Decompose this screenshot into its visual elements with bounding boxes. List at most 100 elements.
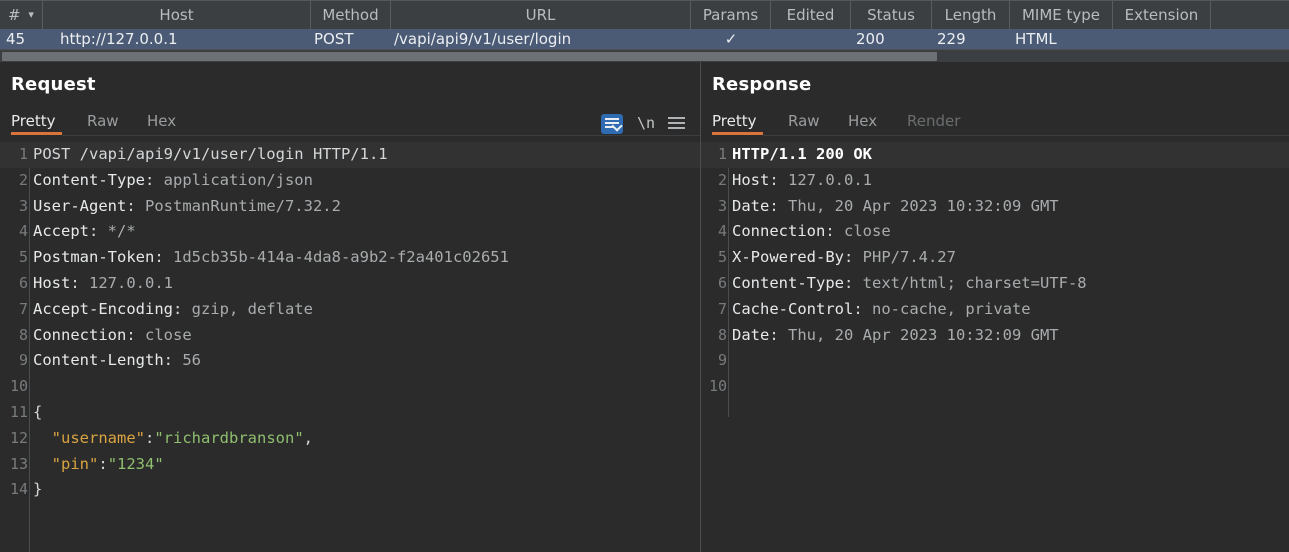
response-line-text: Content-Type: text/html; charset=UTF-8 <box>732 271 1087 297</box>
column-header-number[interactable]: # ▾ <box>0 1 43 29</box>
response-line-number: 6 <box>717 273 727 292</box>
column-header-method[interactable]: Method <box>311 1 391 29</box>
cell-method: POST <box>314 30 354 48</box>
table-row[interactable]: 45 http://127.0.0.1 POST /vapi/api9/v1/u… <box>0 29 1289 49</box>
request-tabbar: Pretty Raw Hex <box>0 110 700 136</box>
request-line[interactable]: 11 { <box>0 400 700 426</box>
http-history-table[interactable]: # ▾ Host Method URL Params Edited Status… <box>0 0 1289 62</box>
request-line[interactable]: 3 User-Agent: PostmanRuntime/7.32.2 <box>0 194 700 220</box>
request-token: application/json <box>163 170 313 189</box>
response-line[interactable]: 9 <box>701 348 1289 374</box>
response-tabbar: Pretty Raw Hex Render <box>701 110 1289 136</box>
column-header-edited[interactable]: Edited <box>771 1 851 29</box>
request-tab-raw[interactable]: Raw <box>87 110 127 135</box>
request-line[interactable]: 10 <box>0 374 700 400</box>
response-line[interactable]: 6 Content-Type: text/html; charset=UTF-8 <box>701 271 1289 297</box>
response-token: : <box>769 325 788 344</box>
cell-mime-type: HTML <box>1015 30 1057 48</box>
request-tab-pretty[interactable]: Pretty <box>11 110 62 135</box>
request-line-text: Accept: */* <box>33 219 136 245</box>
column-header-status[interactable]: Status <box>851 1 932 29</box>
request-code-editor[interactable]: 1 POST /vapi/api9/v1/user/login HTTP/1.1 2… <box>0 142 700 552</box>
request-token: close <box>145 325 192 344</box>
response-line[interactable]: 2 Host: 127.0.0.1 <box>701 168 1289 194</box>
response-token: no-cache, private <box>872 299 1031 318</box>
request-token: : <box>154 248 173 267</box>
request-token: : <box>126 196 145 215</box>
request-line[interactable]: 1 POST /vapi/api9/v1/user/login HTTP/1.1 <box>0 142 700 168</box>
request-line[interactable]: 9 Content-Length: 56 <box>0 348 700 374</box>
response-token: : <box>769 170 788 189</box>
word-wrap-icon[interactable] <box>601 114 623 134</box>
request-token: PostmanRuntime/7.32.2 <box>145 196 341 215</box>
response-tab-hex[interactable]: Hex <box>848 110 888 135</box>
request-token: 1d5cb35b-414a-4da8-a9b2-f2a401c02651 <box>173 248 509 267</box>
request-tab-hex[interactable]: Hex <box>147 110 187 135</box>
horizontal-scrollbar[interactable] <box>0 49 1289 62</box>
response-token: Date <box>732 325 770 344</box>
request-token: : <box>89 222 108 241</box>
request-token: : <box>145 428 155 447</box>
request-line[interactable]: 4 Accept: */* <box>0 219 700 245</box>
request-line[interactable]: 5 Postman-Token: 1d5cb35b-414a-4da8-a9b2-… <box>0 245 700 271</box>
response-token: Host <box>732 170 770 189</box>
table-header-row[interactable]: # ▾ Host Method URL Params Edited Status… <box>0 0 1289 29</box>
request-line[interactable]: 8 Connection: close <box>0 323 700 349</box>
response-line[interactable]: 1 HTTP/1.1 200 OK <box>701 142 1289 168</box>
request-line-number: 12 <box>9 428 28 447</box>
request-token: "richardbranson" <box>154 428 304 447</box>
request-token: 127.0.0.1 <box>89 273 173 292</box>
response-token: close <box>844 222 891 241</box>
request-line-number: 7 <box>18 299 28 318</box>
column-header-blank[interactable] <box>1211 1 1289 29</box>
request-line[interactable]: 12 "username":"richardbranson", <box>0 426 700 452</box>
request-line-number: 4 <box>18 222 28 241</box>
response-line-text: Cache-Control: no-cache, private <box>732 297 1031 323</box>
request-token: POST /vapi/api9/v1/user/login HTTP/1.1 <box>33 145 388 163</box>
request-token: "username" <box>51 428 145 447</box>
response-tab-render[interactable]: Render <box>907 110 971 135</box>
response-line[interactable]: 5 X-Powered-By: PHP/7.4.27 <box>701 245 1289 271</box>
response-tab-raw[interactable]: Raw <box>788 110 828 135</box>
horizontal-scrollbar-thumb[interactable] <box>2 52 937 61</box>
response-token: X-Powered-By <box>732 248 844 267</box>
column-header-mime-type[interactable]: MIME type <box>1010 1 1113 29</box>
request-line-number: 10 <box>9 377 28 396</box>
request-line-text: Accept-Encoding: gzip, deflate <box>33 297 313 323</box>
response-code-editor[interactable]: 1 HTTP/1.1 200 OK 2 Host: 127.0.0.1 3 Date: T… <box>701 142 1289 552</box>
request-line-number: 3 <box>18 196 28 215</box>
response-line[interactable]: 7 Cache-Control: no-cache, private <box>701 297 1289 323</box>
column-header-url[interactable]: URL <box>391 1 691 29</box>
response-token: PHP/7.4.27 <box>862 248 956 267</box>
response-line[interactable]: 8 Date: Thu, 20 Apr 2023 10:32:09 GMT <box>701 323 1289 349</box>
request-panel-title: Request <box>11 74 96 95</box>
hamburger-menu-icon[interactable] <box>668 117 685 130</box>
response-token: Thu, 20 Apr 2023 10:32:09 GMT <box>788 325 1059 344</box>
request-line[interactable]: 7 Accept-Encoding: gzip, deflate <box>0 297 700 323</box>
response-panel-title: Response <box>712 74 812 95</box>
request-line[interactable]: 14} <box>0 477 700 503</box>
column-header-length[interactable]: Length <box>932 1 1010 29</box>
response-line-number: 5 <box>717 248 727 267</box>
request-line[interactable]: 6 Host: 127.0.0.1 <box>0 271 700 297</box>
request-token: : <box>126 325 145 344</box>
response-token: Date <box>732 196 770 215</box>
request-token: */* <box>107 222 136 241</box>
response-tab-pretty[interactable]: Pretty <box>712 110 763 135</box>
request-token: Content-Type <box>33 170 145 189</box>
response-line[interactable]: 4 Connection: close <box>701 219 1289 245</box>
newline-toggle[interactable]: \n <box>637 114 655 132</box>
request-line[interactable]: 13 "pin":"1234" <box>0 452 700 478</box>
response-line[interactable]: 10 <box>701 374 1289 400</box>
column-header-extension[interactable]: Extension <box>1113 1 1211 29</box>
request-token: Host <box>33 273 71 292</box>
request-token: Content-Length <box>33 351 164 370</box>
request-line[interactable]: 2 Content-Type: application/json <box>0 168 700 194</box>
column-header-host[interactable]: Host <box>43 1 311 29</box>
request-line-number: 1 <box>18 145 28 163</box>
request-line-text: Postman-Token: 1d5cb35b-414a-4da8-a9b2-f… <box>33 245 509 271</box>
response-line[interactable]: 3 Date: Thu, 20 Apr 2023 10:32:09 GMT <box>701 194 1289 220</box>
column-header-params[interactable]: Params <box>691 1 771 29</box>
response-line-text: Date: Thu, 20 Apr 2023 10:32:09 GMT <box>732 194 1059 220</box>
cell-edited <box>771 29 851 49</box>
